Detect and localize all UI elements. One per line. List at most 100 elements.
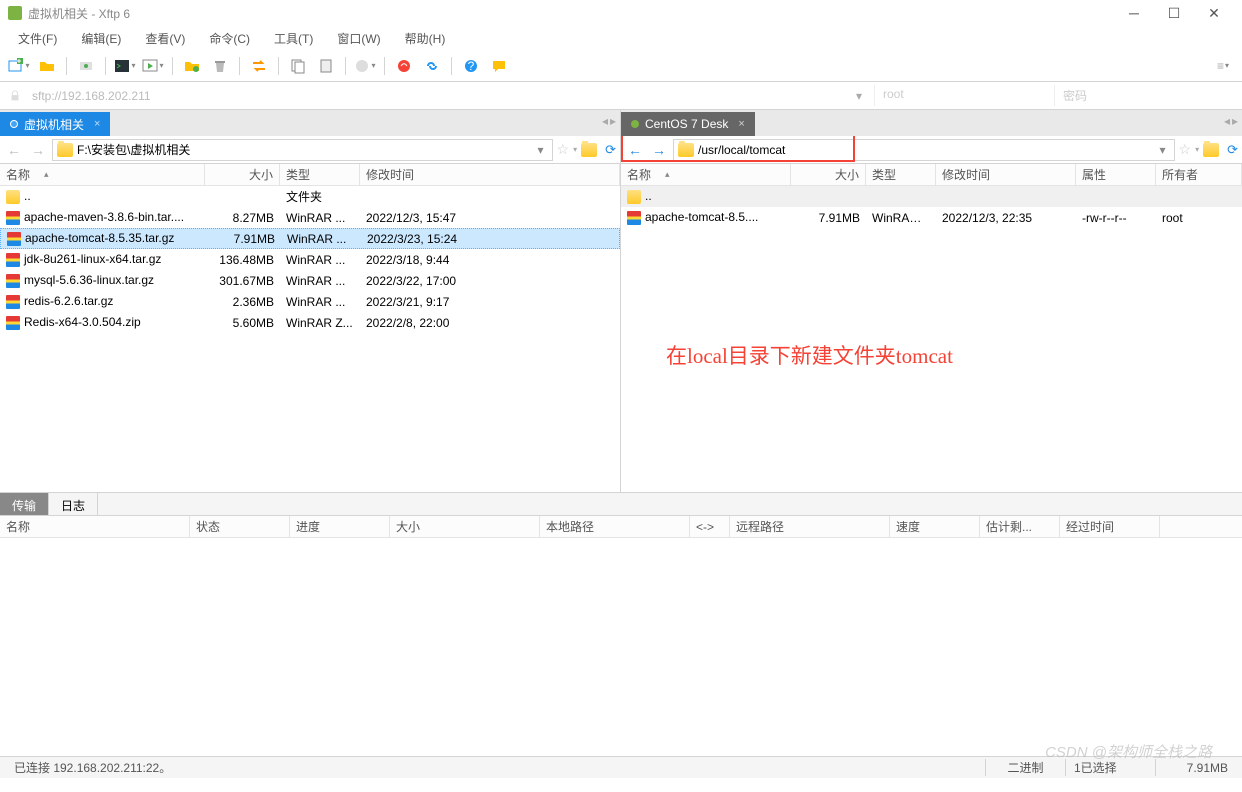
stop-icon[interactable]: ▾ [354,55,376,77]
paste-icon[interactable] [315,55,337,77]
path-input[interactable]: F:\安装包\虚拟机相关 ▾ [52,139,553,161]
refresh-icon[interactable]: ⟳ [1227,142,1238,158]
transfer-header[interactable]: 进度 [290,516,390,537]
tab-transfer[interactable]: 传输 [0,493,49,515]
open-icon[interactable] [36,55,58,77]
header-size[interactable]: 大小 [791,164,866,185]
menubar: 文件(F) 编辑(E) 查看(V) 命令(C) 工具(T) 窗口(W) 帮助(H… [0,26,1242,50]
file-row[interactable]: jdk-8u261-linux-x64.tar.gz136.48MBWinRAR… [0,249,620,270]
transfer-icon[interactable] [248,55,270,77]
menu-file[interactable]: 文件(F) [8,28,67,49]
tab-prev-icon[interactable]: ◂ [602,114,608,128]
link-icon[interactable] [421,55,443,77]
transfer-header[interactable]: 状态 [190,516,290,537]
transfer-header[interactable]: <-> [690,516,730,537]
tab-next-icon[interactable]: ▸ [1232,114,1238,128]
file-row[interactable]: Redis-x64-3.0.504.zip5.60MBWinRAR Z...20… [0,312,620,333]
close-button[interactable]: ✕ [1194,1,1234,25]
close-icon[interactable]: × [738,118,744,130]
chat-icon[interactable] [488,55,510,77]
password-field[interactable]: 密码 [1054,85,1234,106]
reconnect-icon[interactable] [75,55,97,77]
status-connection: 已连接 192.168.202.211:22。 [6,759,986,776]
tab-log[interactable]: 日志 [49,493,98,515]
play-icon[interactable]: ▾ [142,55,164,77]
transfer-header[interactable]: 远程路径 [730,516,890,537]
status-size: 7.91MB [1156,761,1236,775]
tab-next-icon[interactable]: ▸ [610,114,616,128]
transfer-header[interactable]: 名称 [0,516,190,537]
header-owner[interactable]: 所有者 [1156,164,1242,185]
transfer-list[interactable] [0,538,1242,756]
copy-icon[interactable] [287,55,309,77]
chevron-down-icon[interactable]: ▾ [1155,143,1169,157]
parent-row[interactable]: .. [621,186,1242,207]
path-text: /usr/local/tomcat [698,143,1155,157]
bookmark-icon[interactable]: ☆ [1179,141,1192,158]
xshell-icon[interactable] [393,55,415,77]
maximize-button[interactable]: ☐ [1154,1,1194,25]
help-icon[interactable]: ? [460,55,482,77]
transfer-header[interactable]: 速度 [890,516,980,537]
new-session-icon[interactable]: ▾ [8,55,30,77]
header-type[interactable]: 类型 [866,164,936,185]
local-pane: 虚拟机相关 × ◂▸ ← → F:\安装包\虚拟机相关 ▾ ☆ ▾ ⟳ 名称▴ … [0,110,621,492]
menu-view[interactable]: 查看(V) [135,28,195,49]
right-tabbar: CentOS 7 Desk × ◂▸ [621,110,1242,136]
forward-icon[interactable]: → [649,140,669,160]
folder-browse-icon[interactable] [581,143,597,157]
forward-icon[interactable]: → [28,140,48,160]
transfer-header[interactable]: 本地路径 [540,516,690,537]
left-filelist[interactable]: ..文件夹apache-maven-3.8.6-bin.tar....8.27M… [0,186,620,492]
bottom-tabs: 传输 日志 [0,492,1242,516]
address-dropdown-icon[interactable]: ▾ [850,89,868,103]
back-icon[interactable]: ← [625,140,645,160]
terminal-icon[interactable]: ▾ [114,55,136,77]
menu-window[interactable]: 窗口(W) [327,28,390,49]
chevron-down-icon[interactable]: ▾ [1195,145,1199,154]
bookmark-icon[interactable]: ☆ [557,141,570,158]
path-input[interactable]: /usr/local/tomcat ▾ [673,139,1175,161]
tab-local[interactable]: 虚拟机相关 × [0,112,110,136]
file-row[interactable]: apache-maven-3.8.6-bin.tar....8.27MBWinR… [0,207,620,228]
folder-browse-icon[interactable] [1203,143,1219,157]
right-filelist[interactable]: ..apache-tomcat-8.5....7.91MBWinRAR ...2… [621,186,1242,492]
refresh-icon[interactable]: ⟳ [605,142,616,158]
minimize-button[interactable]: ─ [1114,1,1154,25]
transfer-header[interactable]: 经过时间 [1060,516,1160,537]
username-field[interactable]: root [874,85,1054,106]
menu-edit[interactable]: 编辑(E) [71,28,131,49]
header-type[interactable]: 类型 [280,164,360,185]
header-mtime[interactable]: 修改时间 [360,164,620,185]
new-folder-icon[interactable] [181,55,203,77]
file-row[interactable]: redis-6.2.6.tar.gz2.36MBWinRAR ...2022/3… [0,291,620,312]
header-size[interactable]: 大小 [205,164,280,185]
address-bar: ▾ root 密码 [0,82,1242,110]
chevron-down-icon[interactable]: ▾ [533,143,547,157]
right-pathbar: ← → /usr/local/tomcat ▾ ☆ ▾ ⟳ [621,136,1242,164]
header-attr[interactable]: 属性 [1076,164,1156,185]
toolbar: ▾ ▾ ▾ ▾ ? ≡▾ [0,50,1242,82]
menu-help[interactable]: 帮助(H) [395,28,456,49]
menu-command[interactable]: 命令(C) [199,28,260,49]
left-pathbar: ← → F:\安装包\虚拟机相关 ▾ ☆ ▾ ⟳ [0,136,620,164]
file-row[interactable]: apache-tomcat-8.5....7.91MBWinRAR ...202… [621,207,1242,228]
back-icon[interactable]: ← [4,140,24,160]
address-input[interactable] [28,87,844,105]
file-row[interactable]: mysql-5.6.36-linux.tar.gz301.67MBWinRAR … [0,270,620,291]
transfer-header[interactable]: 估计剩... [980,516,1060,537]
menu-tools[interactable]: 工具(T) [264,28,323,49]
header-name[interactable]: 名称▴ [621,164,791,185]
close-icon[interactable]: × [94,118,100,130]
toolbar-menu-icon[interactable]: ≡▾ [1212,55,1234,77]
tab-remote[interactable]: CentOS 7 Desk × [621,112,755,136]
tab-prev-icon[interactable]: ◂ [1224,114,1230,128]
header-mtime[interactable]: 修改时间 [936,164,1076,185]
header-name[interactable]: 名称▴ [0,164,205,185]
parent-row[interactable]: ..文件夹 [0,186,620,207]
chevron-down-icon[interactable]: ▾ [573,145,577,154]
file-row[interactable]: apache-tomcat-8.5.35.tar.gz7.91MBWinRAR … [0,228,620,249]
delete-icon[interactable] [209,55,231,77]
transfer-header[interactable]: 大小 [390,516,540,537]
transfer-headers: 名称状态进度大小本地路径<->远程路径速度估计剩...经过时间 [0,516,1242,538]
